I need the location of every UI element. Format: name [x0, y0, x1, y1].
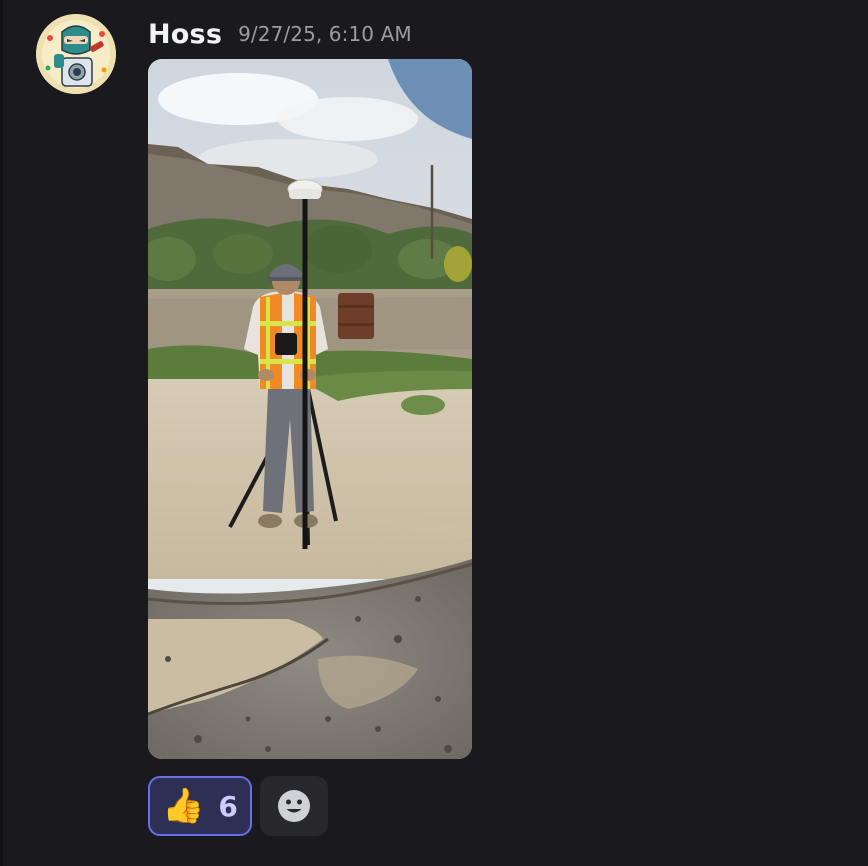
message-header: Hoss 9/27/25, 6:10 AM [148, 14, 412, 54]
image-attachment[interactable] [148, 59, 472, 759]
add-reaction-button[interactable] [260, 776, 328, 836]
smiley-icon [278, 790, 310, 822]
ninja-mascot-icon [36, 14, 116, 94]
chat-message: Hoss 9/27/25, 6:10 AM 👍 6 [0, 0, 868, 866]
thumbs-up-emoji-icon: 👍 [162, 786, 205, 826]
reaction-count: 6 [218, 789, 238, 823]
avatar[interactable] [36, 14, 116, 94]
surveyor-photo [148, 59, 472, 759]
username[interactable]: Hoss [148, 19, 222, 50]
reaction-thumbs-up[interactable]: 👍 6 [148, 776, 252, 836]
timestamp[interactable]: 9/27/25, 6:10 AM [238, 22, 412, 46]
reactions-bar: 👍 6 [148, 776, 328, 836]
